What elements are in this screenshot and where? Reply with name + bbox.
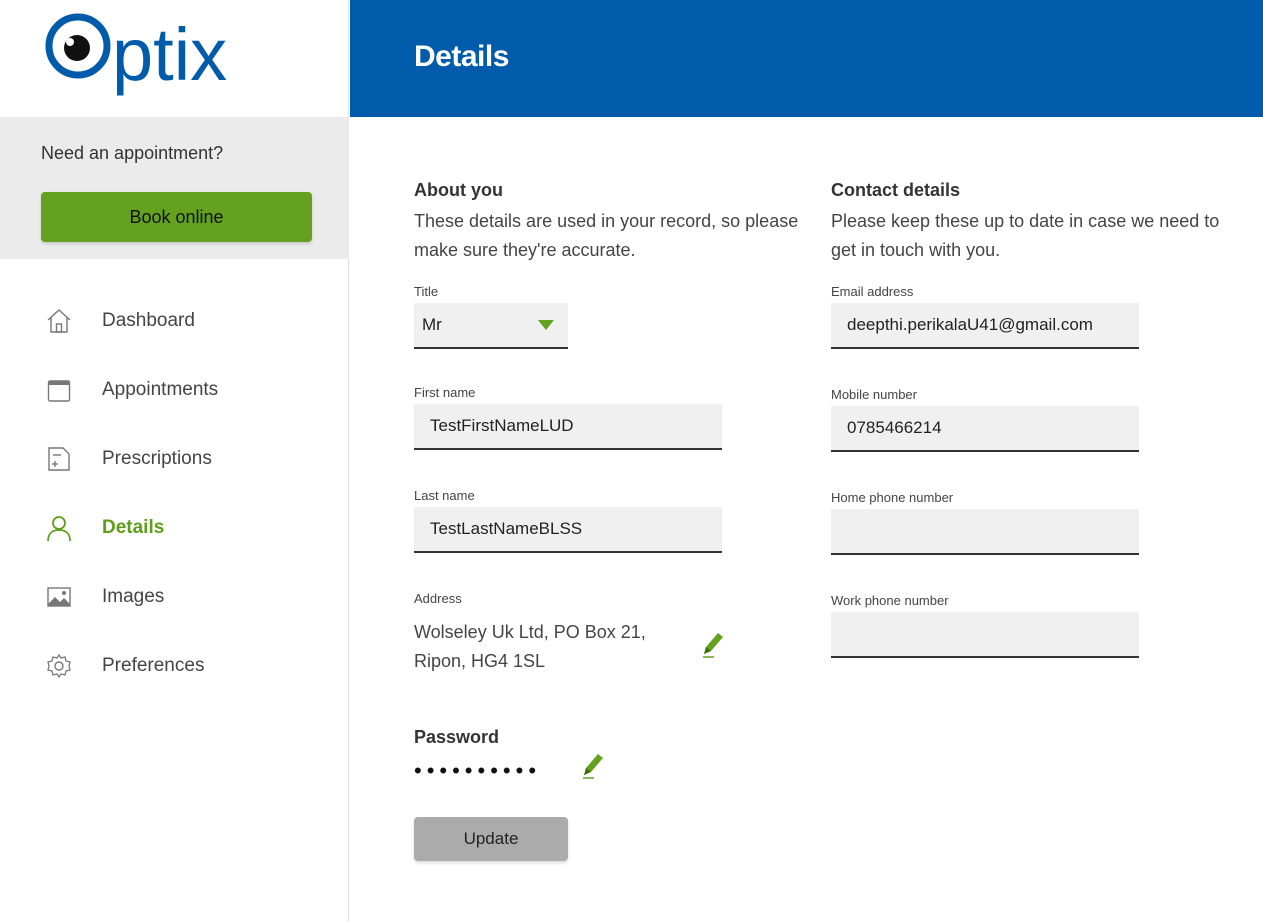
appointment-panel: Need an appointment? Book online <box>0 117 349 259</box>
address-value: Wolseley Uk Ltd, PO Box 21, Ripon, HG4 1… <box>414 622 646 671</box>
sidebar-item-details[interactable]: Details <box>0 493 349 562</box>
title-select[interactable]: Mr <box>414 303 568 349</box>
sidebar-item-label: Preferences <box>102 654 205 676</box>
work-phone-field[interactable] <box>831 612 1139 658</box>
logo-text: ptix <box>112 13 227 96</box>
first-name-field[interactable]: TestFirstNameLUD <box>414 404 722 450</box>
password-heading: Password <box>414 727 500 747</box>
prescription-icon <box>44 444 74 474</box>
address-label: Address <box>414 591 462 606</box>
sidebar-item-label: Appointments <box>102 378 219 400</box>
title-label: Title <box>414 284 439 299</box>
sidebar-item-prescriptions[interactable]: Prescriptions <box>0 424 349 493</box>
sidebar-item-preferences[interactable]: Preferences <box>0 631 349 700</box>
sidebar-item-images[interactable]: Images <box>0 562 349 631</box>
last-name-value: TestLastNameBLSS <box>430 519 583 538</box>
home-phone-field[interactable] <box>831 509 1139 555</box>
appointment-prompt: Need an appointment? <box>41 143 224 163</box>
email-field[interactable]: deepthi.perikalaU41@gmail.com <box>831 303 1139 349</box>
calendar-icon <box>44 375 74 405</box>
optix-logo-graphic: ptix <box>45 13 227 96</box>
edit-password-pencil-icon[interactable] <box>580 751 604 779</box>
email-label: Email address <box>831 284 914 299</box>
optix-logo[interactable]: ptix <box>42 8 262 100</box>
mobile-label: Mobile number <box>831 387 917 402</box>
last-name-field[interactable]: TestLastNameBLSS <box>414 507 722 553</box>
home-phone-label: Home phone number <box>831 490 954 505</box>
update-button[interactable]: Update <box>414 817 568 861</box>
work-phone-label: Work phone number <box>831 593 949 608</box>
page-title: Details <box>414 40 509 73</box>
sidebar-item-label: Prescriptions <box>102 447 212 469</box>
home-icon <box>44 306 74 336</box>
password-masked-value: •••••••••• <box>414 758 542 783</box>
first-name-value: TestFirstNameLUD <box>430 416 574 435</box>
image-icon <box>44 582 74 612</box>
sidebar-item-label: Dashboard <box>102 309 195 331</box>
book-online-button[interactable]: Book online <box>41 192 312 242</box>
first-name-label: First name <box>414 385 476 400</box>
contact-heading: Contact details <box>831 180 961 200</box>
sidebar-item-label: Images <box>102 585 165 607</box>
about-description: These details are used in your record, s… <box>414 211 799 260</box>
page-header: Details <box>350 0 1263 117</box>
about-section: About you These details are used in your… <box>414 180 814 265</box>
sidebar-nav: Dashboard Appointments Prescriptions Det… <box>0 286 349 700</box>
gear-icon <box>44 651 74 681</box>
title-select-value: Mr <box>422 315 442 334</box>
sidebar-item-appointments[interactable]: Appointments <box>0 355 349 424</box>
mobile-field[interactable]: 0785466214 <box>831 406 1139 452</box>
mobile-value: 0785466214 <box>847 418 942 437</box>
sidebar-item-label: Details <box>102 516 165 538</box>
contact-section: Contact details Please keep these up to … <box>831 180 1231 265</box>
contact-description: Please keep these up to date in case we … <box>831 211 1220 260</box>
about-heading: About you <box>414 180 503 200</box>
sidebar-item-dashboard[interactable]: Dashboard <box>0 286 349 355</box>
user-icon <box>44 513 74 543</box>
sidebar: ptix Need an appointment? Book online Da… <box>0 0 349 922</box>
last-name-label: Last name <box>414 488 475 503</box>
chevron-down-icon <box>538 320 554 330</box>
email-value: deepthi.perikalaU41@gmail.com <box>847 315 1093 334</box>
edit-address-pencil-icon[interactable] <box>700 630 724 658</box>
